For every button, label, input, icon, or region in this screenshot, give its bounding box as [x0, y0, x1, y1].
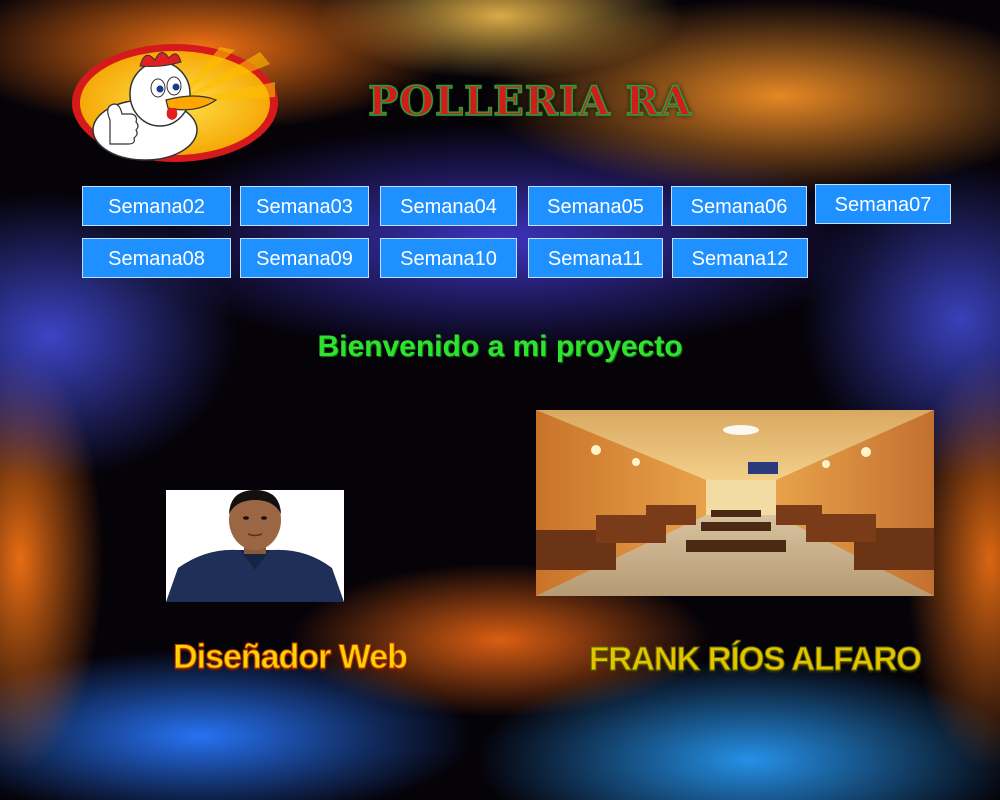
nav-button-semana09[interactable]: Semana09 — [240, 238, 369, 278]
nav-button-semana05[interactable]: Semana05 — [528, 186, 663, 226]
chicken-mascot-logo — [70, 42, 280, 164]
nav-button-semana03[interactable]: Semana03 — [240, 186, 369, 226]
author-name: FRANK RÍOS ALFARO — [589, 640, 923, 678]
nav-button-semana11[interactable]: Semana11 — [528, 238, 663, 278]
nav-button-semana12[interactable]: Semana12 — [672, 238, 808, 278]
restaurant-interior-photo — [536, 410, 934, 596]
nav-button-semana08[interactable]: Semana08 — [82, 238, 231, 278]
nav-button-semana07[interactable]: Semana07 — [815, 184, 951, 224]
nav-button-semana04[interactable]: Semana04 — [380, 186, 517, 226]
nav-button-semana06[interactable]: Semana06 — [671, 186, 807, 226]
nav-button-semana10[interactable]: Semana10 — [380, 238, 517, 278]
role-caption: Diseñador Web — [173, 638, 409, 677]
welcome-heading: Bienvenido a mi proyecto — [317, 330, 683, 363]
nav-button-semana02[interactable]: Semana02 — [82, 186, 231, 226]
site-title: POLLERIA RA — [367, 77, 692, 126]
designer-photo — [166, 490, 344, 602]
